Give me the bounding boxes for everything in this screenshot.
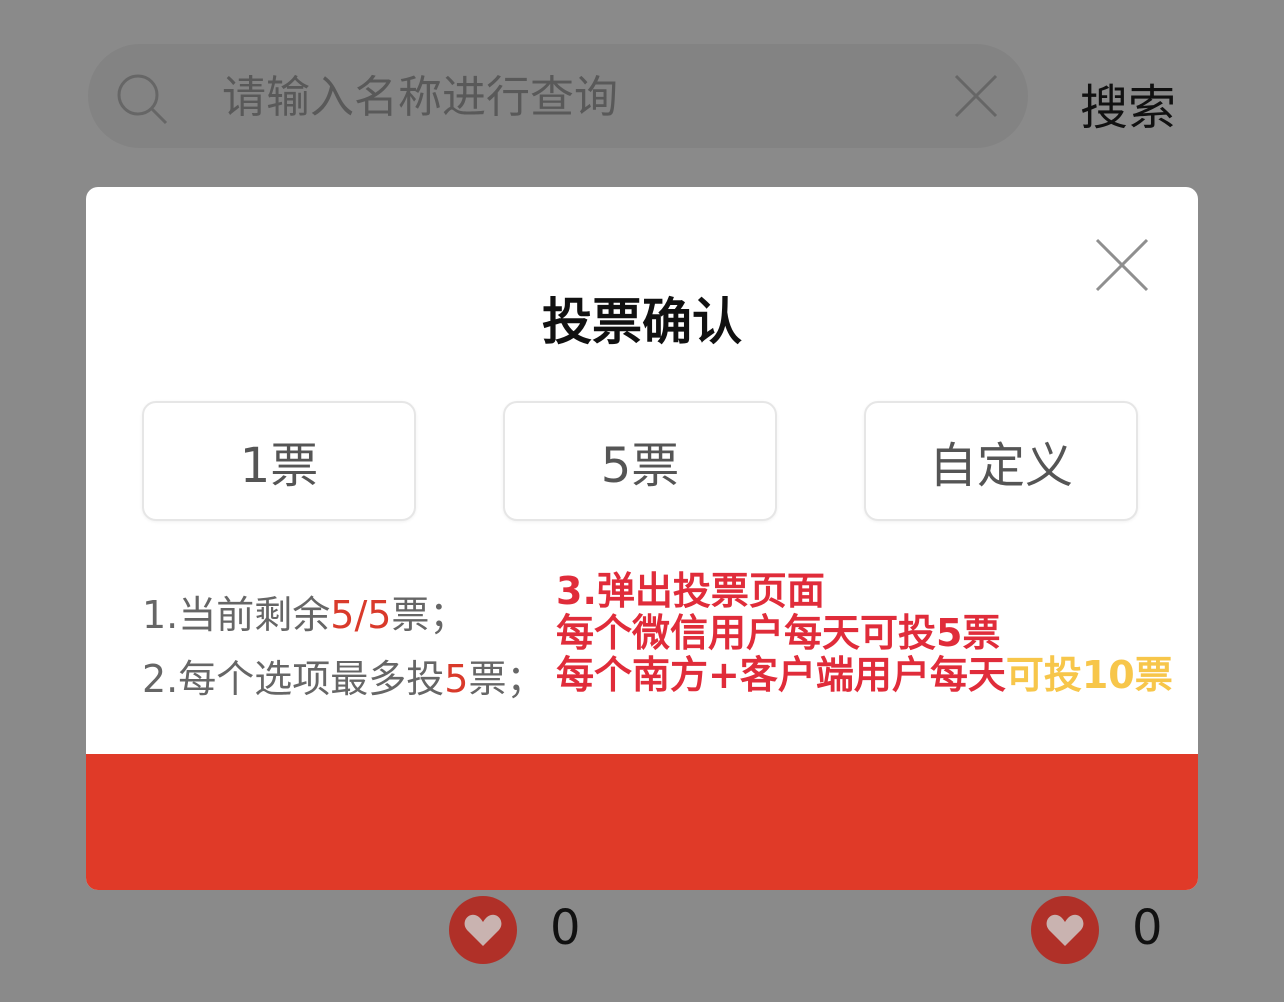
rule-text: 票； <box>391 593 468 637</box>
remaining-votes-value: 5/5 <box>330 593 392 637</box>
like-button[interactable] <box>449 896 517 964</box>
annotation-text: 每个南方+客户端用户每天 <box>556 653 1006 697</box>
annotation-highlight: 可投10票 <box>1005 653 1173 697</box>
search-input[interactable] <box>220 66 924 128</box>
like-count: 0 <box>550 900 581 956</box>
rule-max-votes: 2.每个选项最多投5票； <box>142 648 544 703</box>
dialog-title: 投票确认 <box>542 293 742 351</box>
annotation-line: 每个微信用户每天可投5票 <box>556 611 1001 655</box>
annotation-line: 3.弹出投票页面 <box>556 569 825 613</box>
rule-remaining-votes: 1.当前剩余5/5票； <box>142 584 467 639</box>
vote-option-1[interactable]: 1票 <box>142 401 416 521</box>
heart-icon <box>1046 914 1084 946</box>
confirm-button[interactable] <box>86 754 1198 890</box>
vote-option-5[interactable]: 5票 <box>503 401 777 521</box>
annotation-overlay: 3.弹出投票页面 每个微信用户每天可投5票 每个南方+客户端用户每天可投10票 <box>556 570 1173 696</box>
rule-text: 1.当前剩余 <box>142 593 331 637</box>
rule-text: 票； <box>468 657 545 701</box>
annotation-line: 每个南方+客户端用户每天可投10票 <box>556 654 1173 696</box>
vote-option-custom[interactable]: 自定义 <box>864 401 1138 521</box>
max-votes-value: 5 <box>444 657 469 701</box>
search-icon <box>117 74 168 125</box>
clear-icon[interactable] <box>952 72 1000 120</box>
search-button[interactable]: 搜索 <box>1080 68 1176 138</box>
like-button[interactable] <box>1031 896 1099 964</box>
like-count: 0 <box>1132 900 1163 956</box>
close-icon[interactable] <box>1094 237 1150 293</box>
rule-text: 2.每个选项最多投 <box>142 657 445 701</box>
heart-icon <box>464 914 502 946</box>
